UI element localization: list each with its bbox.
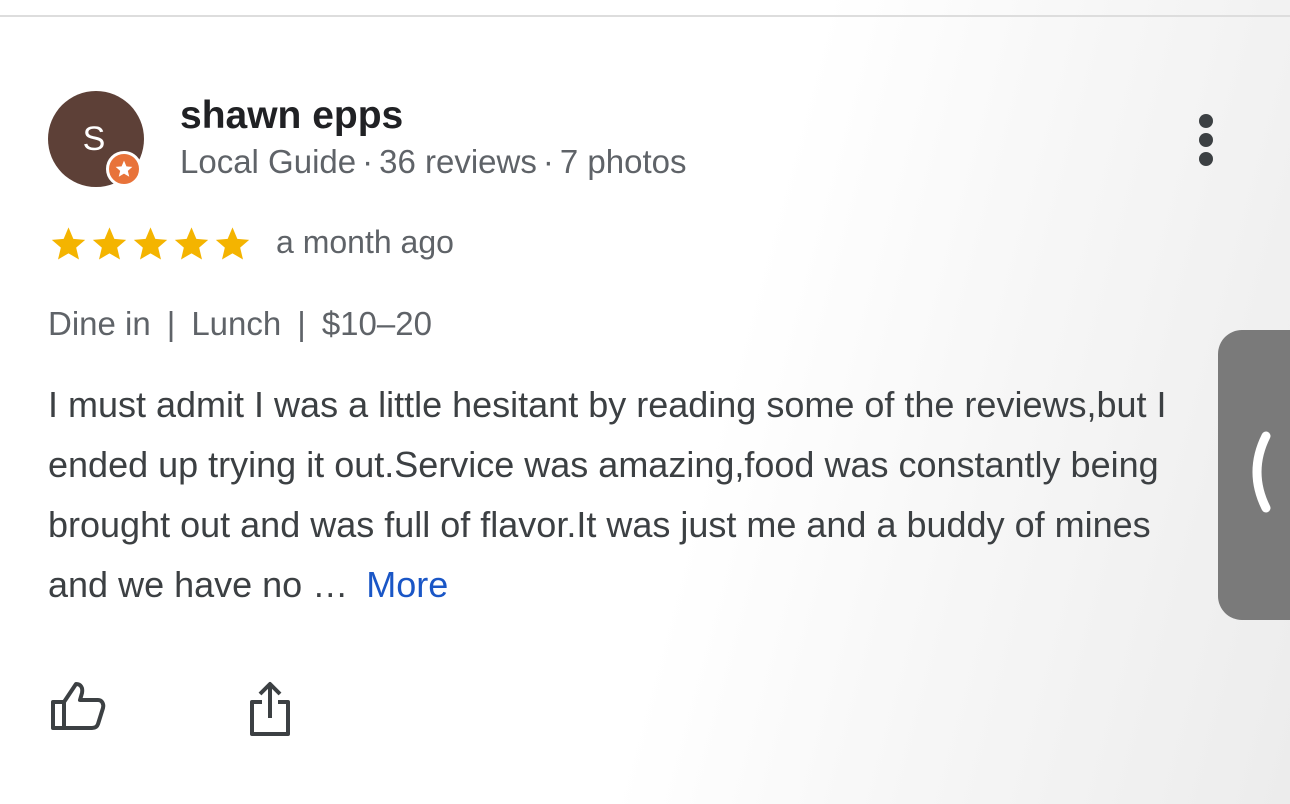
local-guide-label: Local Guide xyxy=(180,143,357,180)
star-icon xyxy=(92,227,127,260)
review-count: 36 reviews xyxy=(379,143,537,180)
tag-lunch: Lunch xyxy=(191,305,282,342)
more-link[interactable]: More xyxy=(348,564,448,605)
reviewer-name[interactable]: shawn epps xyxy=(180,94,403,138)
thumbs-up-icon[interactable] xyxy=(48,680,108,732)
share-icon[interactable] xyxy=(244,680,296,738)
top-divider xyxy=(0,15,1290,17)
review-text-block: I must admit I was a little hesitant by … xyxy=(48,375,1213,615)
star-icon xyxy=(174,227,209,260)
star-icon xyxy=(215,227,250,260)
tag-dine-in: Dine in xyxy=(48,305,151,342)
star-icon xyxy=(133,227,168,260)
review-text: I must admit I was a little hesitant by … xyxy=(48,384,1167,605)
review-date: a month ago xyxy=(276,224,454,260)
reviewer-meta: Local Guide · 36 reviews · 7 photos xyxy=(180,143,687,180)
chevron-left-icon xyxy=(1252,431,1271,513)
local-guide-star-icon xyxy=(106,151,142,187)
side-panel-tab[interactable] xyxy=(1218,330,1290,620)
star-icon xyxy=(51,227,86,260)
review-tags: Dine in | Lunch | $10–20 xyxy=(48,305,432,342)
more-options-icon[interactable] xyxy=(1188,110,1224,170)
star-rating xyxy=(48,224,253,264)
tag-price: $10–20 xyxy=(321,305,432,342)
photo-count: 7 photos xyxy=(559,143,687,180)
